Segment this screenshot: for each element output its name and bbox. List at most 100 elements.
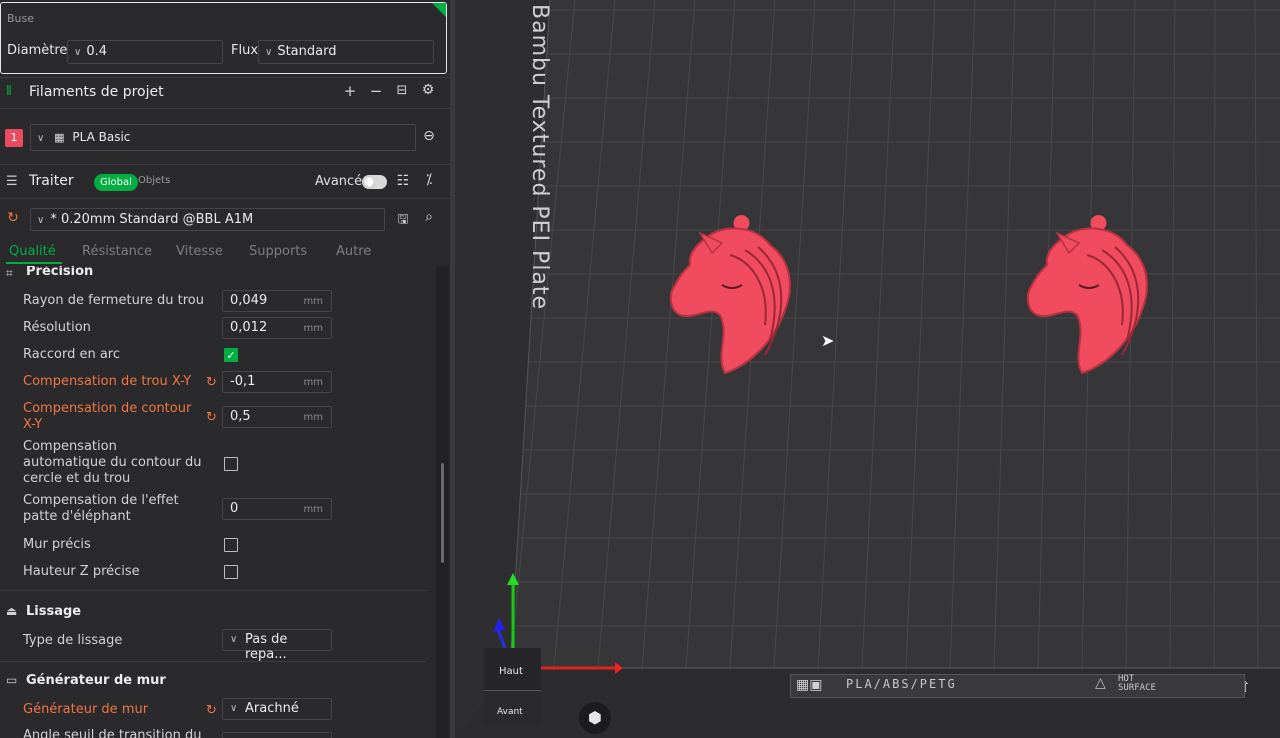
flow-label: Flux xyxy=(231,43,259,58)
settings-list: ⌗ Précision Rayon de fermeture du trou 0… xyxy=(0,266,436,738)
transition-angle-input[interactable] xyxy=(222,732,332,738)
chevron-down-icon: ∨ xyxy=(37,215,45,226)
divider xyxy=(0,661,426,662)
precision-icon: ⌗ xyxy=(6,266,13,280)
advanced-label: Avancé xyxy=(315,174,363,189)
filament-name: PLA Basic xyxy=(72,130,131,144)
save-icon[interactable]: 🖫 xyxy=(394,210,412,232)
ironing-group-title: Lissage xyxy=(26,604,82,619)
divider xyxy=(0,198,450,199)
wall-generator-label: Générateur de mur xyxy=(23,702,149,717)
scope-global-toggle[interactable]: Global xyxy=(94,174,138,191)
tab-speed[interactable]: Vitesse xyxy=(176,244,223,259)
tab-other[interactable]: Autre xyxy=(336,244,371,259)
hole-closing-radius-input[interactable]: 0,049 mm xyxy=(222,290,332,312)
chevron-down-icon: ∨ xyxy=(265,47,273,58)
selected-corner-indicator xyxy=(432,3,446,17)
search-icon[interactable]: ⌕ xyxy=(420,209,438,225)
field-value: 0,049 xyxy=(230,293,268,308)
cube-top-label: Haut xyxy=(499,666,523,677)
flow-value: Standard xyxy=(277,44,337,59)
filament-type-icon: ▦ xyxy=(54,131,65,144)
flow-select[interactable]: ∨ Standard xyxy=(258,40,434,64)
settings-sidebar: Buse Diamètre ∨ 0.4 Flux ∨ Standard ⦀ Fila… xyxy=(0,0,450,738)
chevron-down-icon: ∨ xyxy=(37,133,45,144)
field-value: 0 xyxy=(230,501,239,516)
xy-contour-comp-input[interactable]: 0,5 mm xyxy=(222,406,332,428)
process-title: Traiter xyxy=(29,173,74,189)
navigation-cube[interactable]: Haut Avant xyxy=(484,648,541,724)
filament-index-badge[interactable]: 1 xyxy=(5,129,23,147)
xy-hole-comp-label: Compensation de trou X-Y xyxy=(23,374,192,389)
precise-wall-checkbox[interactable] xyxy=(224,538,238,552)
elephant-foot-label: Compensation de l'effet patte d'éléphant xyxy=(23,493,179,524)
scrollbar-thumb[interactable] xyxy=(441,463,444,563)
hot-line-2: SURFACE xyxy=(1118,683,1156,693)
more-options-icon[interactable]: ⊖ xyxy=(420,128,438,144)
process-profile-value: * 0.20mm Standard @BBL A1M xyxy=(50,212,254,227)
field-unit: mm xyxy=(303,377,323,388)
precise-z-checkbox[interactable] xyxy=(224,565,238,579)
warning-icon: △ xyxy=(1095,675,1106,691)
ironing-type-label: Type de lissage xyxy=(23,633,123,648)
compare-icon[interactable]: ⁒ xyxy=(420,172,438,188)
sync-filament-icon[interactable]: ⊟ xyxy=(393,83,411,98)
gear-icon[interactable]: ⚙ xyxy=(419,82,437,98)
tab-quality[interactable]: Qualité xyxy=(9,244,56,259)
3d-viewport[interactable]: ⇧▢⇧ Bambu Textured PEI Plate ▦▣ PLA/ABS/… xyxy=(455,0,1280,738)
chevron-down-icon: ∨ xyxy=(230,703,238,714)
fit-view-icon[interactable]: ⬢ xyxy=(579,702,611,734)
chevron-down-icon: ∨ xyxy=(230,634,238,645)
tab-strength[interactable]: Résistance xyxy=(82,244,152,259)
cube-front-label: Avant xyxy=(497,707,523,717)
process-profile-select[interactable]: ∨ * 0.20mm Standard @BBL A1M xyxy=(30,208,385,231)
field-unit: mm xyxy=(303,412,323,423)
filaments-header: ⦀ Filaments de projet + − ⊟ ⚙ xyxy=(0,76,450,108)
diameter-value: 0.4 xyxy=(86,44,108,59)
field-unit: mm xyxy=(303,296,323,307)
plate-filament-types: PLA/ABS/PETG xyxy=(846,677,957,691)
hot-surface-label: HOT SURFACE xyxy=(1118,675,1156,693)
xy-hole-comp-input[interactable]: -0,1 mm xyxy=(222,371,332,393)
elephant-foot-input[interactable]: 0 mm xyxy=(222,498,332,520)
list-icon[interactable]: ☷ xyxy=(394,173,412,189)
divider xyxy=(0,108,450,109)
diameter-select[interactable]: ∨ 0.4 xyxy=(67,40,223,64)
mouse-cursor-icon: ➤ xyxy=(821,331,835,350)
xy-contour-comp-label: Compensation de contour X-Y xyxy=(23,401,192,432)
wall-generator-select[interactable]: ∨ Arachné xyxy=(222,698,332,720)
precise-wall-label: Mur précis xyxy=(23,537,91,552)
plate-logo-icon: ▦▣ xyxy=(796,677,823,693)
filament-icon: ⦀ xyxy=(6,84,12,99)
add-icon[interactable]: + xyxy=(341,82,359,100)
arc-fitting-checkbox[interactable]: ✓ xyxy=(224,348,238,362)
precise-z-label: Hauteur Z précise xyxy=(23,564,140,579)
field-value: -0,1 xyxy=(230,374,256,389)
resolution-input[interactable]: 0,012 mm xyxy=(222,317,332,339)
scope-objects-toggle[interactable]: Objets xyxy=(138,175,170,186)
tab-supports[interactable]: Supports xyxy=(249,244,307,259)
field-value: 0,012 xyxy=(230,320,268,335)
filaments-title: Filaments de projet xyxy=(29,84,164,100)
advanced-switch[interactable] xyxy=(362,175,387,189)
layers-icon: ☰ xyxy=(6,174,18,189)
field-value: Pas de repa... xyxy=(245,632,288,662)
field-value: Arachné xyxy=(245,701,299,716)
ironing-type-select[interactable]: ∨ Pas de repa... xyxy=(222,629,332,662)
field-value: 0,5 xyxy=(230,409,251,424)
auto-circle-comp-checkbox[interactable] xyxy=(224,457,238,471)
reset-icon[interactable]: ↻ xyxy=(206,410,217,425)
filament-select[interactable]: ∨ ▦ PLA Basic xyxy=(30,124,416,151)
reset-icon[interactable]: ↻ xyxy=(206,375,217,390)
reset-icon[interactable]: ↻ xyxy=(206,703,217,718)
remove-icon[interactable]: − xyxy=(367,82,385,100)
transition-angle-label: Angle seuil de transition du xyxy=(23,728,202,738)
diameter-label: Diamètre xyxy=(7,43,68,58)
auto-circle-comp-label: Compensation automatique du contour du c… xyxy=(23,439,202,486)
divider xyxy=(0,590,426,591)
wall-generator-icon: ▭ xyxy=(6,673,18,687)
reset-icon[interactable]: ↻ xyxy=(4,210,22,226)
resolution-label: Résolution xyxy=(23,320,91,335)
chevron-down-icon: ∨ xyxy=(74,47,82,58)
precision-group-title: Précision xyxy=(26,266,94,279)
